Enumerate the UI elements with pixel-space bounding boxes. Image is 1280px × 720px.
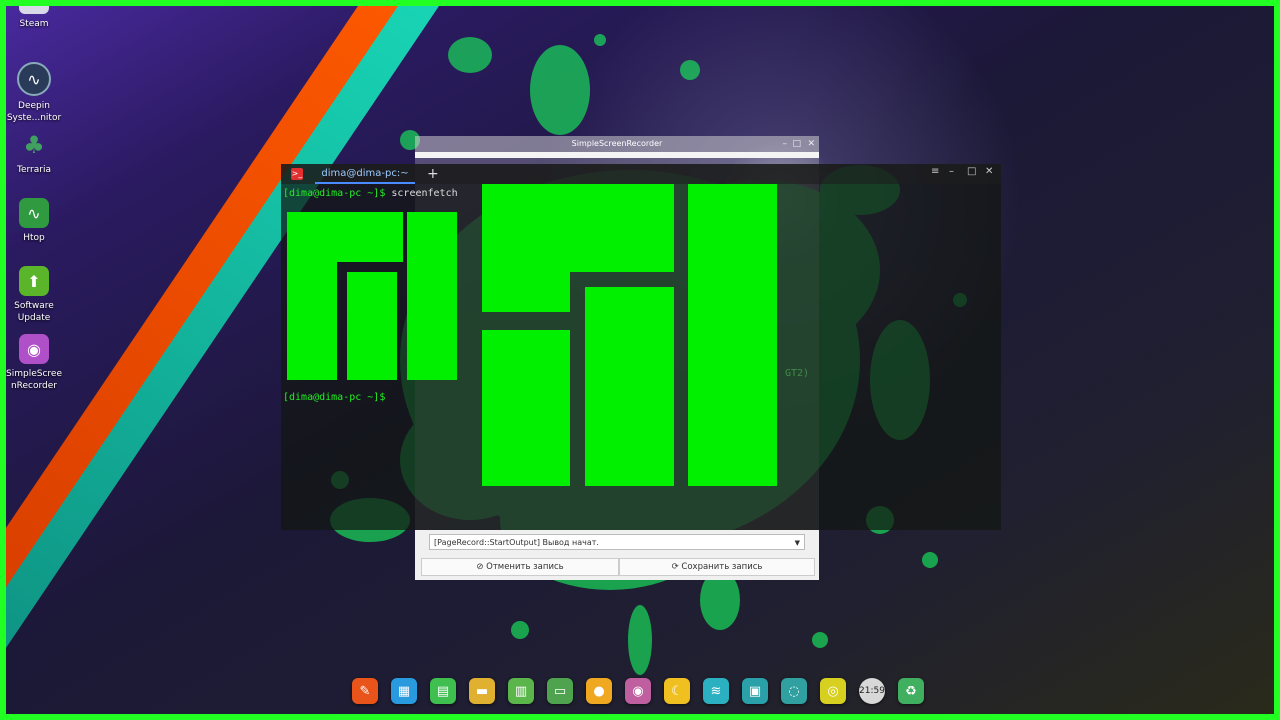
clock-icon[interactable]: 21:59 — [859, 678, 885, 704]
disc-icon[interactable]: ◎ — [820, 678, 846, 704]
clock-text: 21:59 — [859, 686, 885, 696]
logo-block-left — [482, 184, 570, 312]
faint-info-text: GT2) — [785, 368, 810, 379]
night-mode-icon[interactable]: ☾ — [664, 678, 690, 704]
desktop-icon-label: Terraria — [17, 165, 51, 175]
system-monitor-icon: ∿ — [17, 62, 51, 96]
minimize-icon[interactable]: – — [783, 136, 788, 152]
logo-block-left-lower — [482, 330, 570, 486]
logo-block-right — [688, 184, 777, 486]
desktop-icon-label: Software Update — [14, 301, 54, 323]
desktop-icon-terraria[interactable]: ♣ Terraria — [8, 130, 60, 176]
manjaro-logo-small-block — [347, 272, 397, 380]
steam-icon — [19, 0, 49, 14]
cancel-recording-button[interactable]: ⊘ Отменить запись — [421, 558, 619, 576]
terminal-tab-title: dima@dima-pc:~ — [321, 168, 409, 179]
updates-icon[interactable]: ◌ — [781, 678, 807, 704]
software-update-icon: ⬆ — [19, 266, 49, 296]
prompt: [dima@dima-pc ~]$ — [283, 392, 386, 403]
maximize-icon[interactable]: □ — [792, 136, 801, 152]
desktop-icon-label: Deepin Syste...nitor — [6, 101, 62, 123]
recorder-title: SimpleScreenRecorder — [571, 139, 663, 148]
add-tab-button[interactable]: + — [427, 164, 439, 184]
prompt: [dima@dima-pc ~]$ — [283, 188, 386, 199]
launcher-icon[interactable]: ✎ — [352, 678, 378, 704]
desktop-icon-steam[interactable]: Steam — [8, 0, 60, 30]
recorder-titlebar: SimpleScreenRecorder – □ ✕ — [415, 136, 819, 152]
manjaro-logo-small-block — [407, 212, 457, 380]
calculator-icon[interactable]: ▦ — [391, 678, 417, 704]
desktop-icon-label: Htop — [23, 233, 45, 243]
recorder-progress-strip — [415, 152, 819, 158]
dock: ✎ ▦ ▤ ▬ ▥ ▭ ● ◉ ☾ ≋ ▣ ◌ ◎ 21:59 ♻ — [346, 676, 936, 710]
save-recording-button[interactable]: ⟳ Сохранить запись — [619, 558, 815, 576]
terraria-tree-icon: ♣ — [23, 131, 45, 159]
logo-block-middle — [585, 287, 674, 486]
cancel-recording-label: ⊘ Отменить запись — [476, 562, 564, 572]
command: screenfetch — [391, 188, 458, 199]
desktop-icon-label: Steam — [19, 19, 49, 29]
recorder-bottom-panel: [PageRecord::StartOutput] Вывод начат. ▼… — [415, 530, 819, 580]
desktop-icon-simplescreenrecorder[interactable]: ◉ SimpleScreenRecorder — [6, 334, 62, 392]
desktop-background: Steam ∿ Deepin Syste...nitor ♣ Terraria … — [0, 0, 1280, 720]
file-manager-icon[interactable]: ▬ — [469, 678, 495, 704]
media-player-icon[interactable]: ● — [586, 678, 612, 704]
save-recording-label: ⟳ Сохранить запись — [671, 562, 763, 572]
recorder-log-select[interactable]: [PageRecord::StartOutput] Вывод начат. ▼ — [429, 534, 805, 550]
manjaro-logo-small-block — [287, 212, 337, 380]
desktop-icon-htop[interactable]: ∿ Htop — [8, 198, 60, 244]
htop-icon: ∿ — [19, 198, 49, 228]
battery-icon[interactable]: ▭ — [547, 678, 573, 704]
close-icon[interactable]: ✕ — [807, 136, 815, 152]
maximize-icon[interactable]: □ — [967, 166, 976, 177]
screenshot-icon[interactable]: ▣ — [742, 678, 768, 704]
wifi-icon[interactable]: ≋ — [703, 678, 729, 704]
desktop-icon-label: SimpleScreenRecorder — [6, 369, 62, 391]
spreadsheet-icon[interactable]: ▤ — [430, 678, 456, 704]
archive-icon[interactable]: ▥ — [508, 678, 534, 704]
trash-icon[interactable]: ♻ — [898, 678, 924, 704]
terminal-line-1: [dima@dima-pc ~]$ screenfetch — [283, 188, 458, 199]
terminal-tabbar: >_ dima@dima-pc:~ + ≡ – □ ✕ — [281, 164, 1001, 184]
terminal-tab[interactable]: dima@dima-pc:~ — [315, 164, 415, 184]
camera-icon[interactable]: ◉ — [625, 678, 651, 704]
desktop-icon-system-monitor[interactable]: ∿ Deepin Syste...nitor — [7, 62, 61, 124]
minimize-icon[interactable]: – — [949, 166, 954, 177]
menu-icon[interactable]: ≡ — [931, 166, 939, 177]
camera-icon: ◉ — [19, 334, 49, 364]
terminal-line-2: [dima@dima-pc ~]$ — [283, 392, 385, 403]
terminal-icon: >_ — [291, 168, 303, 180]
desktop-icon-software-update[interactable]: ⬆ Software Update — [8, 266, 60, 324]
close-icon[interactable]: ✕ — [985, 166, 993, 177]
recorder-log-text: [PageRecord::StartOutput] Вывод начат. — [434, 538, 599, 547]
chevron-down-icon: ▼ — [794, 539, 800, 547]
